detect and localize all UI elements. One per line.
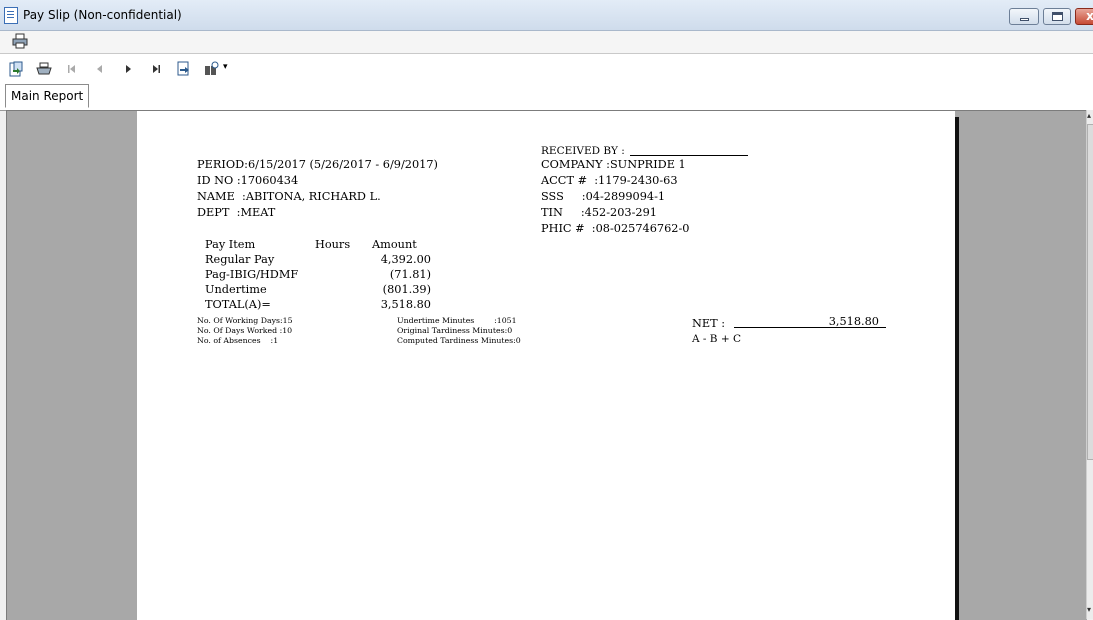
printer-icon[interactable] [12,33,28,49]
sss-value: 04-2899094-1 [585,190,666,203]
amount-header: Amount [372,238,417,251]
phic-label: PHIC # : [541,222,596,235]
name-value: ABITONA, RICHARD L. [245,190,381,203]
report-viewer[interactable]: RECEIVED BY : PERIOD:6/15/2017 (5/26/201… [6,110,1087,620]
original-tardiness-label: Original Tardiness Minutes: [397,326,508,335]
company-label: COMPANY : [541,158,610,171]
report-page: RECEIVED BY : PERIOD:6/15/2017 (5/26/201… [137,111,955,620]
tin-label: TIN : [541,206,585,219]
company-value: SUNPRIDE 1 [609,158,686,171]
pay-row-amount: (801.39) [382,283,431,296]
minimize-icon [1020,18,1029,21]
next-page-icon[interactable] [120,61,136,77]
last-page-icon[interactable] [148,61,164,77]
pay-row-item: Undertime [205,283,267,296]
working-days-label: No. Of Working Days: [197,316,283,325]
absences-label: No. of Absences : [197,336,274,345]
computed-tardiness-value: 0 [515,336,521,345]
restore-button[interactable] [1043,8,1071,25]
id-label: ID NO : [197,174,241,187]
net-label: NET : [692,317,726,330]
hours-header: Hours [315,238,351,251]
title-bar: Pay Slip (Non-confidential) x [0,0,1093,31]
pay-row-amount: 3,518.80 [380,298,431,311]
pay-item-header: Pay Item [205,238,256,251]
pay-row-item: TOTAL(A)= [205,298,271,311]
computed-tardiness-label: Computed Tardiness Minutes: [397,336,516,345]
pay-row-amount: (71.81) [389,268,431,281]
dept-label: DEPT : [197,206,241,219]
sss-label: SSS : [541,190,586,203]
acct-value: 1179-2430-63 [598,174,678,187]
vertical-scrollbar[interactable]: ▴ ▾ [1086,110,1093,619]
net-underline [734,327,886,328]
working-days-value: 15 [282,316,293,325]
tin-value: 452-203-291 [584,206,657,219]
export-icon[interactable] [8,61,24,77]
menu-strip [0,31,1093,54]
scroll-down-icon[interactable]: ▾ [1087,605,1091,614]
dept-value: MEAT [240,206,276,219]
restore-icon [1052,12,1063,21]
net-formula: A - B + C [692,333,742,345]
undertime-minutes-value: 1051 [496,316,517,325]
tab-row: Main Report [0,84,1093,111]
previous-page-icon[interactable] [92,61,108,77]
report-toolbar: ▾ [0,54,1093,84]
undertime-minutes-label: Undertime Minutes : [397,316,497,325]
goto-page-icon[interactable] [176,61,192,77]
app-document-icon [4,7,18,24]
window-title: Pay Slip (Non-confidential) [23,8,182,22]
days-worked-value: 10 [282,326,293,335]
pay-row-amount: 4,392.00 [380,253,431,266]
close-button[interactable]: x [1075,8,1093,25]
absences-value: 1 [273,336,279,345]
pay-row-item: Regular Pay [205,253,275,266]
first-page-icon[interactable] [64,61,80,77]
print-icon[interactable] [36,61,52,77]
tab-main-report[interactable]: Main Report [5,84,90,108]
pay-row-item: Pag-IBIG/HDMF [205,268,299,281]
zoom-dropdown-arrow[interactable]: ▾ [223,62,228,72]
minimize-button[interactable] [1009,8,1039,25]
period-value: 6/15/2017 (5/26/2017 - 6/9/2017) [247,158,438,171]
name-label: NAME : [197,190,246,203]
scroll-up-icon[interactable]: ▴ [1087,111,1091,120]
received-by-line [630,155,748,156]
search-zoom-icon[interactable] [204,61,220,77]
period-label: PERIOD: [197,158,248,171]
phic-value: 08-025746762-0 [595,222,690,235]
original-tardiness-value: 0 [507,326,513,335]
id-value: 17060434 [240,174,299,187]
page-shadow [955,117,959,620]
acct-label: ACCT # : [541,174,599,187]
received-by-label: RECEIVED BY : [541,145,625,157]
days-worked-label: No. Of Days Worked : [197,326,283,335]
net-value: 3,518.80 [828,315,879,328]
scrollbar-thumb[interactable] [1087,124,1093,460]
